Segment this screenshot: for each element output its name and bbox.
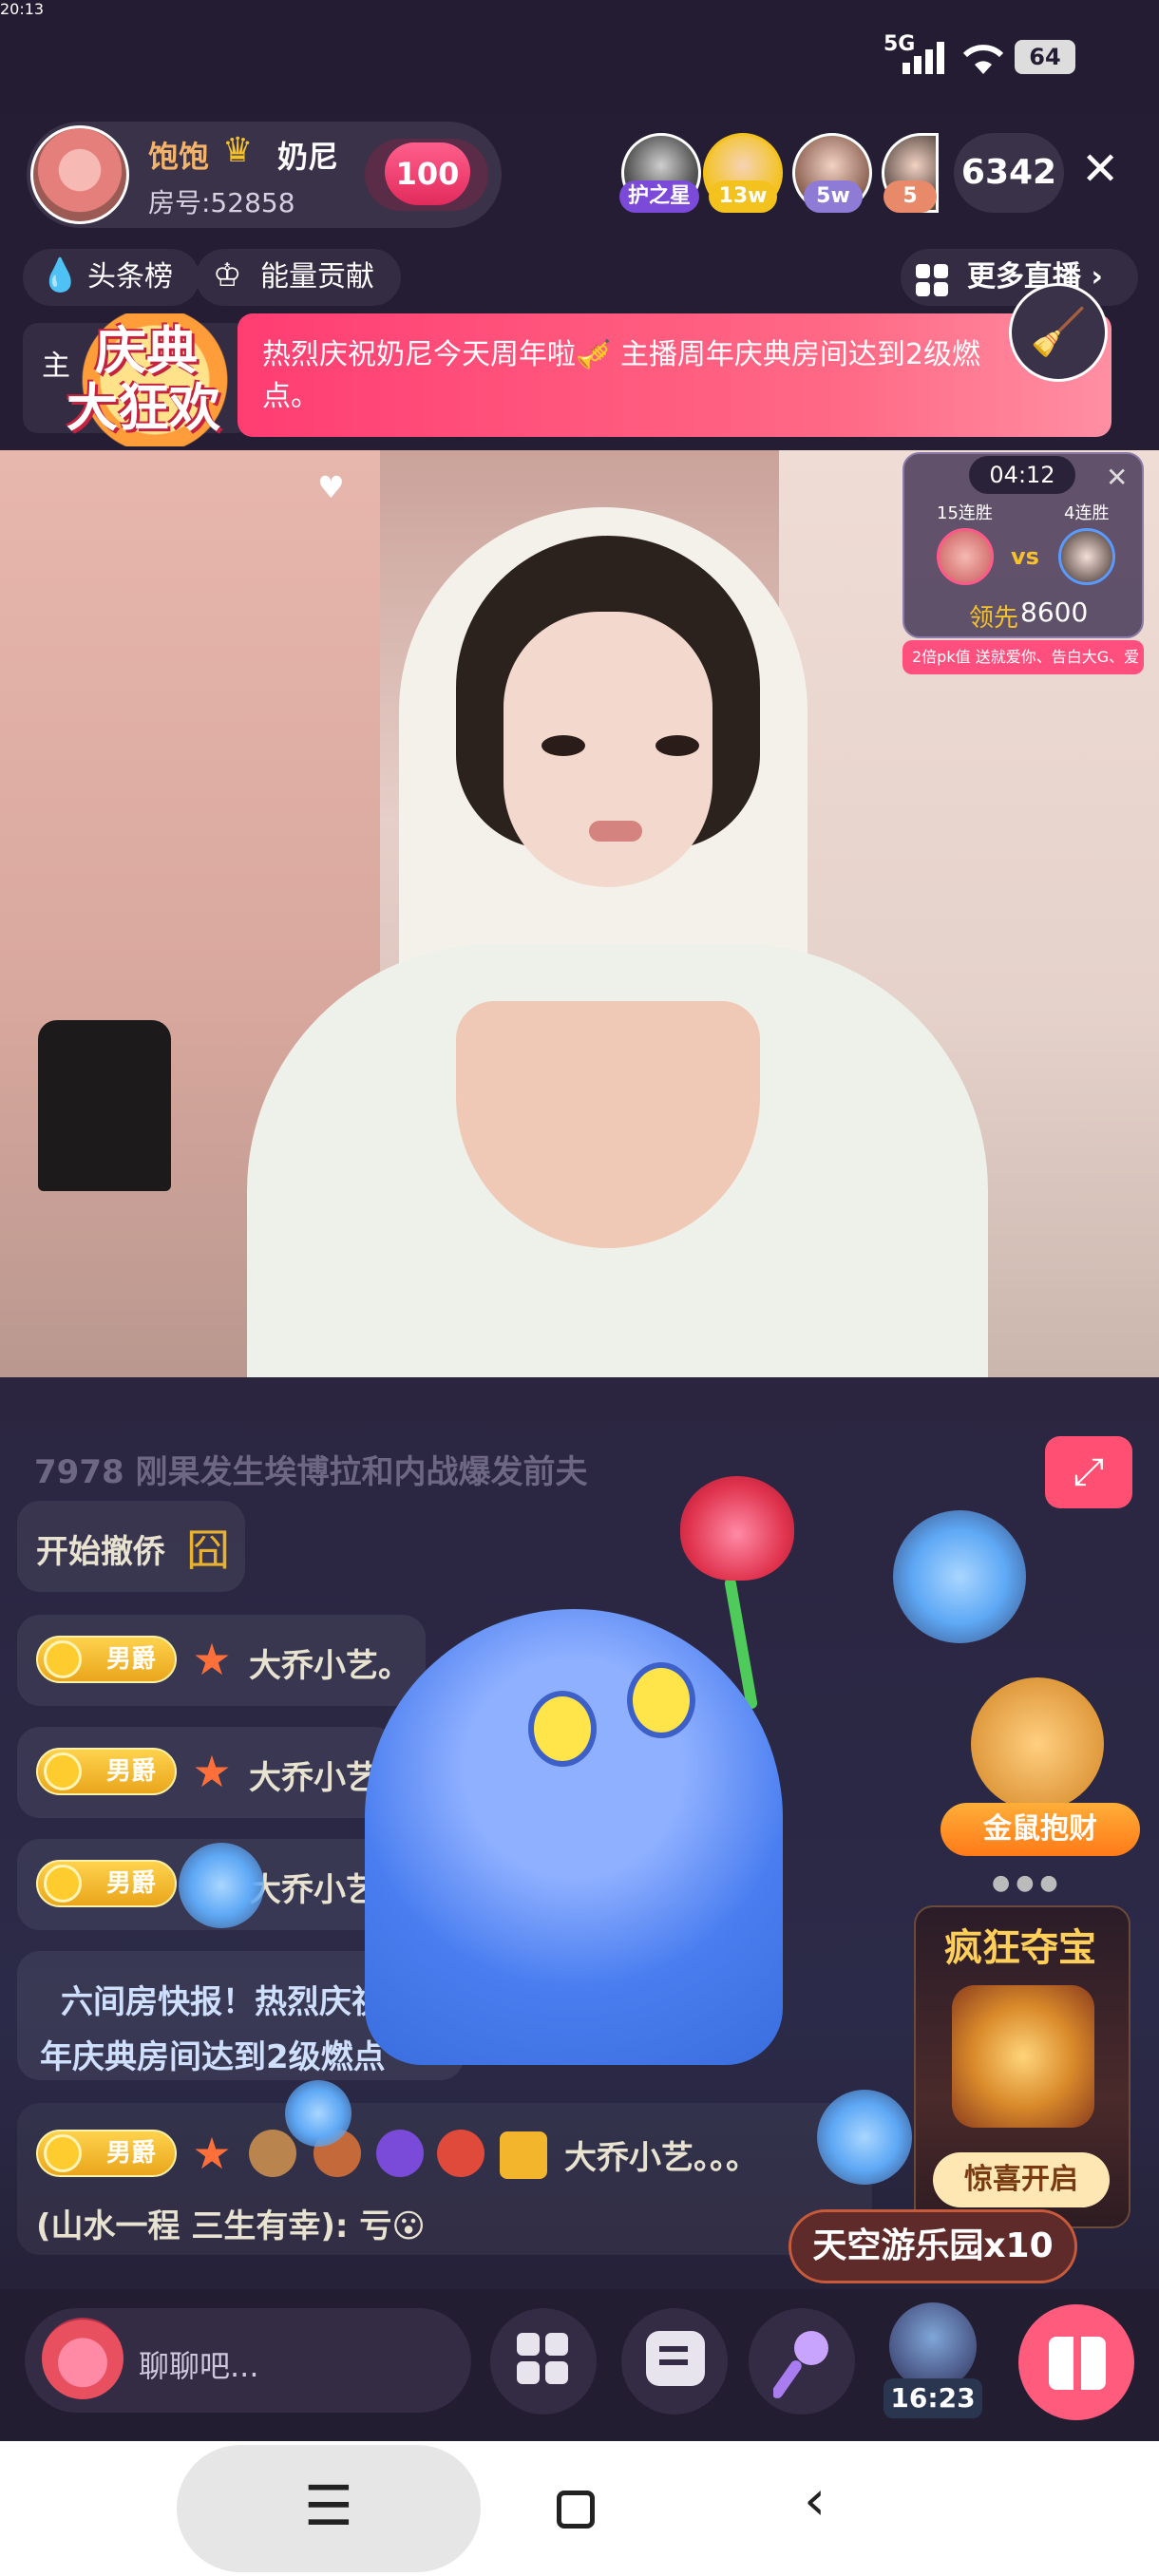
apps-icon [517, 2333, 570, 2386]
banner-message: 热烈庆祝奶尼今天周年啦🎺 主播周年庆典房间达到2级燃点。 [262, 338, 980, 413]
grid-icon [916, 264, 948, 296]
chat-username[interactable]: 大乔小艺。 [249, 1639, 410, 1686]
viewer-tag: 13w [709, 180, 777, 213]
host-timer: 16:23 [884, 2378, 982, 2418]
coin-icon [44, 1865, 82, 1903]
viewer-tag: 5 [884, 180, 937, 213]
bubble-orb [893, 1510, 1026, 1643]
fan-level-heart[interactable]: 100 [385, 142, 470, 205]
pk-close-icon[interactable]: ✕ [1106, 462, 1128, 493]
coin-icon [44, 1752, 82, 1790]
viewer-count[interactable]: 6342 [954, 133, 1064, 213]
chat-username[interactable]: 大乔小艺 [249, 1752, 378, 1798]
medal-icon [437, 2130, 484, 2177]
room-number: 房号:52858 [148, 187, 295, 218]
rose-icon [680, 1476, 794, 1581]
medal-icon [376, 2130, 424, 2177]
level-star-icon: ★ [192, 1746, 232, 1797]
pk-lead-score: 8600 [1020, 597, 1089, 628]
coin-icon [44, 1640, 82, 1678]
bubble-orb [179, 1843, 264, 1928]
bubble-orb [285, 2080, 352, 2147]
chat-text: 开始撤侨 [36, 1533, 165, 1571]
chat-faint-message: 7978 刚果发生埃博拉和内战爆发前夫 [34, 1453, 588, 1491]
close-icon[interactable]: ✕ [1081, 142, 1119, 196]
crown-icon: ♛ [222, 131, 254, 170]
ghost-eye [528, 1691, 597, 1767]
treasure-open-button[interactable]: 惊喜开启 [933, 2152, 1110, 2207]
drop-icon: 💧 [40, 256, 81, 294]
host-name-secondary: 奶尼 [277, 139, 339, 175]
like-heart-icon: ♥ [317, 469, 345, 505]
chat-placeholder: 聊聊吧... [139, 2348, 259, 2384]
host-name: 饱饱 [148, 139, 210, 175]
room-news-line2: 年庆典房间达到2级燃点 [40, 2038, 386, 2076]
carousel-dots: ●●● [992, 1871, 1064, 1895]
viewer-tag: 5w [804, 180, 863, 213]
pk-ticker: 2倍pk值 送就爱你、告白大G、爱 [902, 640, 1144, 674]
host-avatar-button[interactable] [889, 2302, 977, 2390]
medal-icon [249, 2130, 296, 2177]
room-news-line1: 六间房快报！热烈庆祝 [61, 1983, 384, 2021]
signal-icon [902, 42, 944, 74]
emoji-icon: 囧 [186, 1525, 230, 1576]
bubble-orb [817, 2090, 912, 2185]
viewer-tag: 护之星 [619, 180, 699, 213]
robot-avatar-icon[interactable] [42, 2318, 124, 2399]
expand-icon[interactable]: ⤢ [1045, 1436, 1132, 1508]
back-icon[interactable]: ‹ [804, 2468, 826, 2532]
battery-indicator: 64 [1015, 40, 1075, 74]
coin-icon [44, 2134, 82, 2172]
pk-lead-label: 领先 [969, 604, 1019, 633]
pk-left-streak: 15连胜 [937, 503, 993, 523]
treasure-chest-icon [952, 1985, 1094, 2128]
home-square-icon[interactable] [557, 2491, 595, 2529]
medal-icon [500, 2131, 547, 2179]
golden-rat-icon[interactable] [971, 1677, 1104, 1810]
pk-right-streak: 4连胜 [1064, 503, 1110, 523]
host-avatar[interactable] [30, 125, 129, 224]
chat-username[interactable]: 大乔小艺。。。 [564, 2131, 758, 2178]
gift-icon [1049, 2337, 1106, 2390]
level-star-icon: ★ [192, 1634, 232, 1685]
microphone-icon [773, 2331, 828, 2398]
festival-title: 庆典 大狂欢 [66, 321, 220, 438]
clock: 20:13 [0, 0, 45, 18]
broom-icon[interactable]: 🧹 [1009, 283, 1108, 382]
message-icon [646, 2331, 705, 2386]
chat-message: (山水一程 三生有幸): 亏😮 [36, 2207, 426, 2245]
wifi-icon [962, 45, 1004, 74]
menu-icon: ☰ [304, 2473, 353, 2538]
ghost-eye [627, 1662, 695, 1738]
sky-park-gift-label[interactable]: 天空游乐园x10 [788, 2209, 1077, 2283]
crown-outline-icon: ♔ [213, 256, 242, 294]
ghost-gift-animation [365, 1609, 783, 2065]
pk-timer: 04:12 [969, 456, 1075, 494]
level-star-icon: ★ [192, 2128, 232, 2179]
golden-rat-label[interactable]: 金鼠抱财 [940, 1803, 1140, 1856]
treasure-title: 疯狂夺宝 [944, 1926, 1096, 1970]
pk-right-avatar[interactable] [1058, 528, 1115, 585]
pk-left-avatar[interactable] [937, 528, 994, 585]
pk-vs-label: vs [1011, 543, 1039, 570]
chevron-right-icon: › [1091, 260, 1103, 294]
